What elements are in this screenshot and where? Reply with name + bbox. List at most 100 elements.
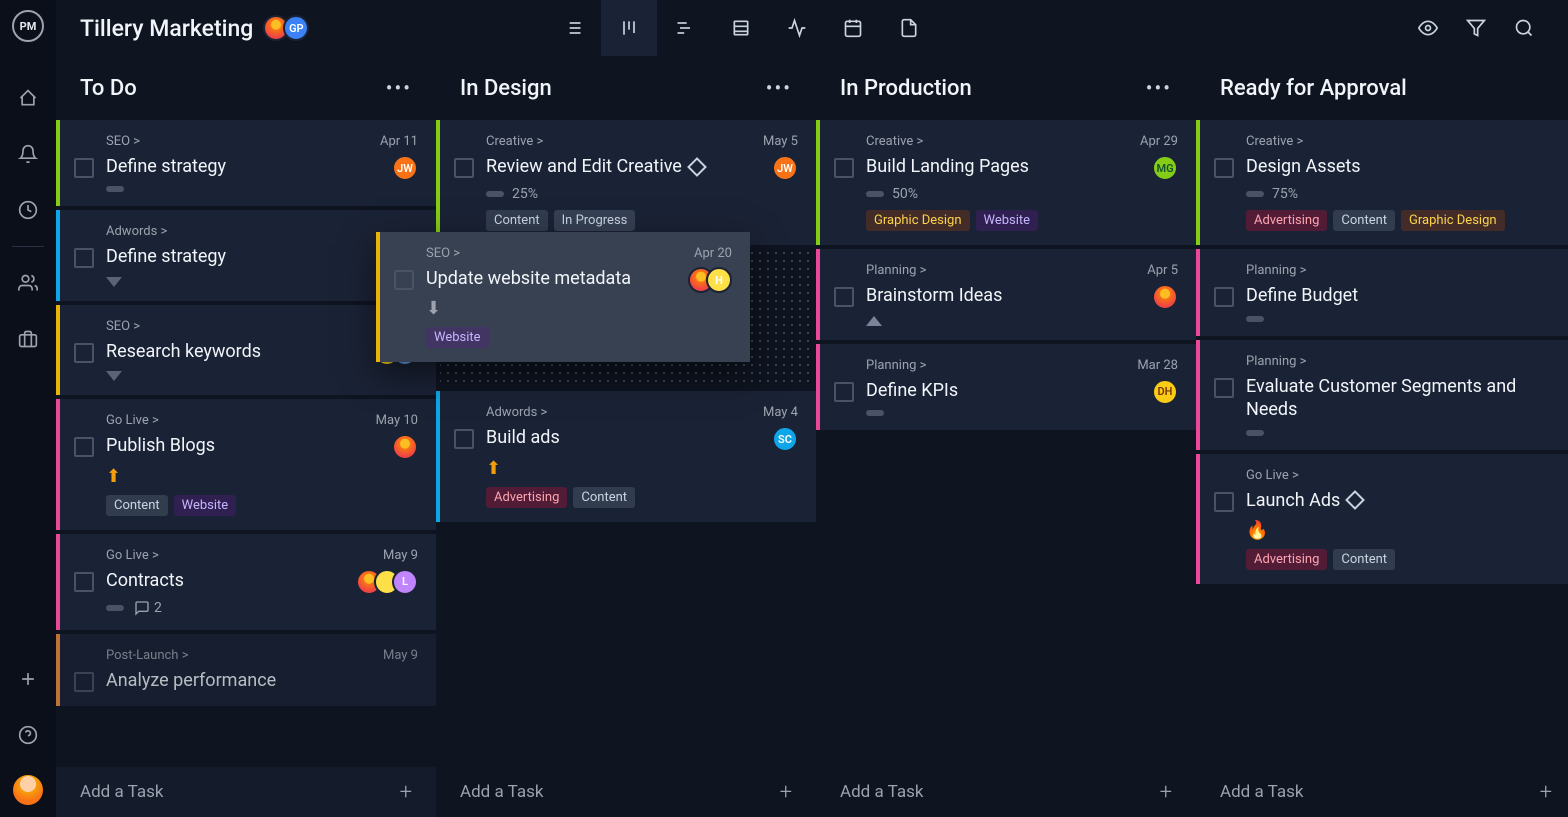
task-assignees[interactable]: JW: [380, 155, 418, 181]
users-icon[interactable]: [0, 255, 56, 311]
avatar[interactable]: P: [392, 340, 418, 366]
task-checkbox[interactable]: [74, 437, 94, 457]
tag[interactable]: Content: [573, 487, 635, 508]
board-view-tab[interactable]: [601, 0, 657, 56]
task-title[interactable]: Design Assets: [1246, 155, 1361, 178]
task-assignees[interactable]: L: [364, 569, 418, 595]
task-title[interactable]: Define Budget: [1246, 284, 1358, 307]
tag[interactable]: Content: [486, 210, 548, 231]
tag[interactable]: Website: [174, 495, 237, 516]
task-category[interactable]: SEO >: [106, 319, 418, 334]
task-assignees[interactable]: DHP: [380, 340, 418, 366]
list-view-tab[interactable]: [545, 0, 601, 56]
tag[interactable]: Content: [106, 495, 168, 516]
task-category[interactable]: Planning >: [1246, 263, 1558, 278]
task-checkbox[interactable]: [454, 429, 474, 449]
task-title[interactable]: Define strategy: [106, 155, 226, 178]
avatar[interactable]: [392, 434, 418, 460]
task-title[interactable]: Launch Ads: [1246, 489, 1340, 512]
task-checkbox[interactable]: [1214, 287, 1234, 307]
avatar[interactable]: JW: [392, 155, 418, 181]
task-checkbox[interactable]: [74, 158, 94, 178]
task-checkbox[interactable]: [74, 672, 94, 692]
avatar[interactable]: L: [392, 569, 418, 595]
task-card[interactable]: Adwords >Define strategy: [56, 210, 436, 300]
add-task-button[interactable]: Add a Task+: [56, 767, 436, 817]
task-checkbox[interactable]: [834, 382, 854, 402]
task-title[interactable]: Analyze performance: [106, 669, 276, 692]
task-title[interactable]: Publish Blogs: [106, 434, 215, 457]
task-checkbox[interactable]: [1214, 492, 1234, 512]
task-category[interactable]: Go Live >: [106, 413, 418, 428]
task-assignees[interactable]: JW: [763, 155, 798, 181]
briefcase-icon[interactable]: [0, 311, 56, 367]
task-checkbox[interactable]: [74, 343, 94, 363]
task-card[interactable]: Planning >Brainstorm IdeasApr 5: [816, 249, 1196, 339]
task-card[interactable]: Go Live >Contracts2May 9L: [56, 534, 436, 630]
tag[interactable]: Website: [976, 210, 1039, 231]
sheet-view-tab[interactable]: [713, 0, 769, 56]
tag[interactable]: Content: [1333, 549, 1395, 570]
task-checkbox[interactable]: [834, 158, 854, 178]
task-category[interactable]: Creative >: [1246, 134, 1558, 149]
comments-icon[interactable]: 2: [134, 600, 162, 616]
task-title[interactable]: Build ads: [486, 426, 560, 449]
task-assignees[interactable]: [376, 434, 418, 460]
task-checkbox[interactable]: [74, 248, 94, 268]
tag[interactable]: Graphic Design: [866, 210, 970, 231]
files-view-tab[interactable]: [881, 0, 937, 56]
search-icon[interactable]: [1504, 8, 1544, 48]
task-title[interactable]: Research keywords: [106, 340, 261, 363]
task-category[interactable]: Planning >: [866, 263, 1178, 278]
task-checkbox[interactable]: [834, 287, 854, 307]
app-logo[interactable]: PM: [12, 10, 44, 42]
task-card[interactable]: Planning >Evaluate Customer Segments and…: [1196, 340, 1568, 450]
task-card[interactable]: Go Live >Publish Blogs⬆ContentWebsiteMay…: [56, 399, 436, 529]
task-title[interactable]: Build Landing Pages: [866, 155, 1029, 178]
add-task-button[interactable]: Add a Task+: [816, 767, 1196, 817]
bell-icon[interactable]: [0, 126, 56, 182]
task-title[interactable]: Review and Edit Creative: [486, 155, 682, 178]
add-icon[interactable]: [0, 651, 56, 707]
task-assignees[interactable]: MG: [1140, 155, 1178, 181]
task-category[interactable]: SEO >: [106, 134, 418, 149]
task-checkbox[interactable]: [454, 158, 474, 178]
task-card[interactable]: SEO >Research keywordsApr 13DHP: [56, 305, 436, 395]
task-checkbox[interactable]: [1214, 378, 1234, 398]
add-task-button[interactable]: Add a Task+: [1196, 767, 1568, 817]
task-category[interactable]: Post-Launch >: [106, 648, 418, 663]
column-menu-icon[interactable]: •••: [386, 76, 412, 100]
tag[interactable]: Content: [1333, 210, 1395, 231]
task-title[interactable]: Define strategy: [106, 245, 226, 268]
task-assignees[interactable]: DH: [1137, 379, 1178, 405]
task-card[interactable]: Post-Launch >Analyze performanceMay 9: [56, 634, 436, 706]
tag[interactable]: Graphic Design: [1401, 210, 1505, 231]
task-category[interactable]: Go Live >: [1246, 468, 1558, 483]
task-title[interactable]: Contracts: [106, 569, 184, 592]
tag[interactable]: Advertising: [1246, 210, 1327, 231]
clock-icon[interactable]: [0, 182, 56, 238]
drop-target[interactable]: [440, 249, 812, 383]
column-menu-icon[interactable]: •••: [766, 76, 792, 100]
home-icon[interactable]: [0, 70, 56, 126]
avatar[interactable]: SC: [772, 426, 798, 452]
task-category[interactable]: Planning >: [866, 358, 1178, 373]
task-card[interactable]: Go Live >Launch Ads🔥AdvertisingContent: [1196, 454, 1568, 584]
avatar[interactable]: JW: [772, 155, 798, 181]
header-avatars[interactable]: GP: [269, 15, 309, 41]
activity-view-tab[interactable]: [769, 0, 825, 56]
task-assignees[interactable]: [1147, 284, 1178, 310]
task-card[interactable]: SEO >Define strategyApr 11JW: [56, 120, 436, 206]
task-category[interactable]: Creative >: [486, 134, 798, 149]
task-title[interactable]: Evaluate Customer Segments and Needs: [1246, 375, 1558, 422]
calendar-view-tab[interactable]: [825, 0, 881, 56]
task-checkbox[interactable]: [1214, 158, 1234, 178]
task-title[interactable]: Brainstorm Ideas: [866, 284, 1002, 307]
task-title[interactable]: Define KPIs: [866, 379, 958, 402]
tag[interactable]: In Progress: [554, 210, 636, 231]
watch-icon[interactable]: [1408, 8, 1448, 48]
avatar[interactable]: GP: [283, 15, 309, 41]
tag[interactable]: Advertising: [1246, 549, 1327, 570]
task-checkbox[interactable]: [74, 572, 94, 592]
task-card[interactable]: Adwords >Build ads⬆AdvertisingContentMay…: [436, 391, 816, 521]
